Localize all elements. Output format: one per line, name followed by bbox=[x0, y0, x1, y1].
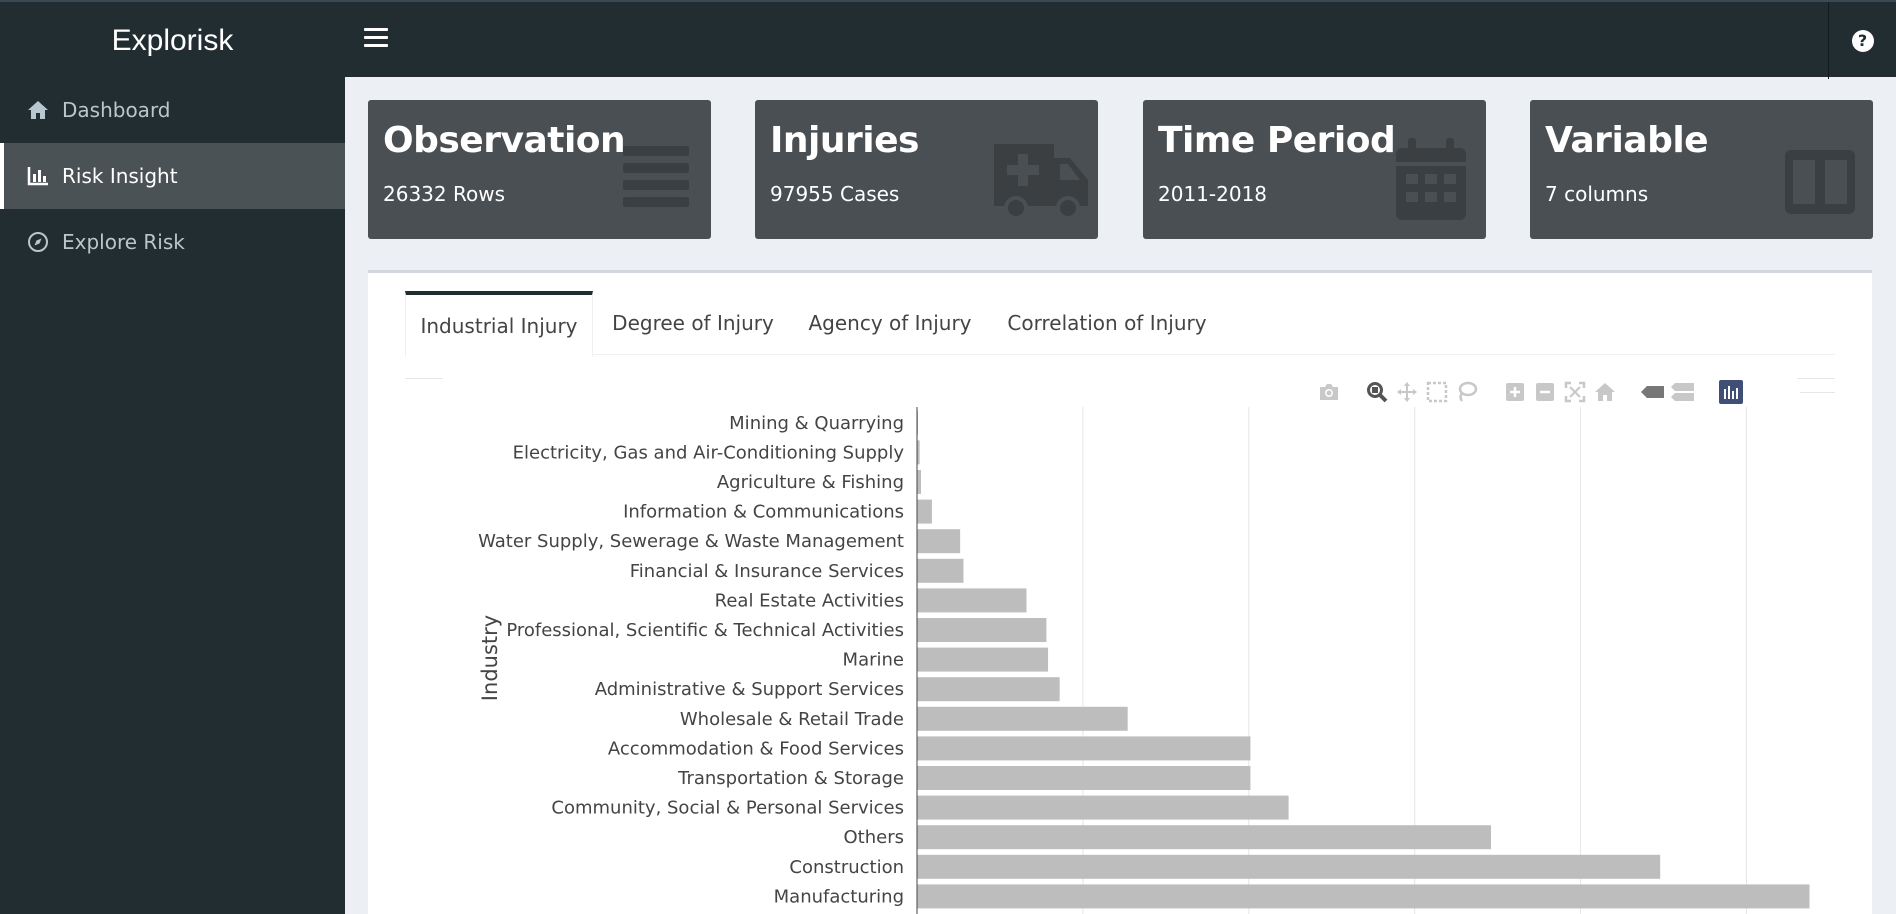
tab-label: Industrial Injury bbox=[420, 314, 578, 338]
bar-chart-icon bbox=[26, 164, 50, 188]
hover-compare-icon[interactable] bbox=[1668, 377, 1698, 407]
tab-degree-of-injury[interactable]: Degree of Injury bbox=[593, 291, 793, 355]
sidebar-item-label: Dashboard bbox=[62, 98, 171, 122]
top-navbar: Explorisk ? bbox=[0, 0, 1896, 79]
question-circle-icon: ? bbox=[1851, 29, 1874, 52]
home-icon bbox=[26, 98, 50, 122]
plotly-logo-icon[interactable] bbox=[1716, 377, 1746, 407]
tab-label: Correlation of Injury bbox=[1007, 311, 1207, 335]
lasso-icon[interactable] bbox=[1452, 377, 1482, 407]
box-select-icon[interactable] bbox=[1422, 377, 1452, 407]
sidebar-toggle-icon[interactable] bbox=[364, 28, 388, 50]
value-box-injuries: Injuries 97955 Cases bbox=[755, 100, 1098, 239]
sidebar-item-label: Explore Risk bbox=[62, 230, 185, 254]
tab-label: Degree of Injury bbox=[612, 311, 774, 335]
zoom-out-icon[interactable] bbox=[1530, 377, 1560, 407]
tab-industrial-injury[interactable]: Industrial Injury bbox=[405, 291, 593, 357]
compass-icon bbox=[26, 230, 50, 254]
value-box-title: Injuries bbox=[770, 120, 919, 161]
columns-icon bbox=[1785, 150, 1855, 214]
value-box-variable: Variable 7 columns bbox=[1530, 100, 1873, 239]
list-icon bbox=[623, 146, 689, 207]
app-title: Explorisk bbox=[111, 23, 234, 57]
value-box-subtitle: 2011-2018 bbox=[1158, 182, 1268, 206]
tab-panel: Industrial Injury Degree of Injury Agenc… bbox=[368, 270, 1872, 914]
value-box-subtitle: 7 columns bbox=[1545, 182, 1649, 206]
value-box-subtitle: 26332 Rows bbox=[383, 182, 505, 206]
zoom-icon[interactable] bbox=[1362, 377, 1392, 407]
sidebar-item-dashboard[interactable]: Dashboard bbox=[0, 77, 345, 143]
pan-icon[interactable] bbox=[1392, 377, 1422, 407]
tab-agency-of-injury[interactable]: Agency of Injury bbox=[793, 291, 987, 355]
hover-closest-icon[interactable] bbox=[1638, 377, 1668, 407]
value-box-time-period: Time Period 2011-2018 bbox=[1143, 100, 1486, 239]
camera-icon[interactable] bbox=[1314, 377, 1344, 407]
tab-correlation-of-injury[interactable]: Correlation of Injury bbox=[987, 291, 1227, 355]
tab-bar: Industrial Injury Degree of Injury Agenc… bbox=[405, 291, 1835, 357]
value-box-title: Observation bbox=[383, 120, 626, 161]
tab-label: Agency of Injury bbox=[808, 311, 972, 335]
tab-content-corner bbox=[1797, 355, 1835, 379]
autoscale-icon[interactable] bbox=[1560, 377, 1590, 407]
sidebar-item-risk-insight[interactable]: Risk Insight bbox=[0, 143, 345, 209]
value-box-subtitle: 97955 Cases bbox=[770, 182, 900, 206]
sidebar-item-label: Risk Insight bbox=[62, 164, 178, 188]
value-box-observation: Observation 26332 Rows bbox=[368, 100, 711, 239]
modebar-divider bbox=[1800, 392, 1835, 393]
zoom-in-icon[interactable] bbox=[1500, 377, 1530, 407]
ambulance-icon bbox=[994, 144, 1088, 220]
app-root: Explorisk ? Dashboard Risk Insight Explo… bbox=[0, 0, 1896, 914]
reset-axes-icon[interactable] bbox=[1590, 377, 1620, 407]
calendar-icon bbox=[1396, 138, 1466, 220]
help-button[interactable]: ? bbox=[1828, 2, 1896, 79]
plot-modebar bbox=[1314, 377, 1746, 407]
sidebar: Dashboard Risk Insight Explore Risk bbox=[0, 77, 345, 914]
sidebar-item-explore-risk[interactable]: Explore Risk bbox=[0, 209, 345, 275]
value-box-title: Time Period bbox=[1158, 120, 1396, 161]
value-box-title: Variable bbox=[1545, 120, 1709, 161]
tab-content-corner bbox=[405, 355, 443, 379]
